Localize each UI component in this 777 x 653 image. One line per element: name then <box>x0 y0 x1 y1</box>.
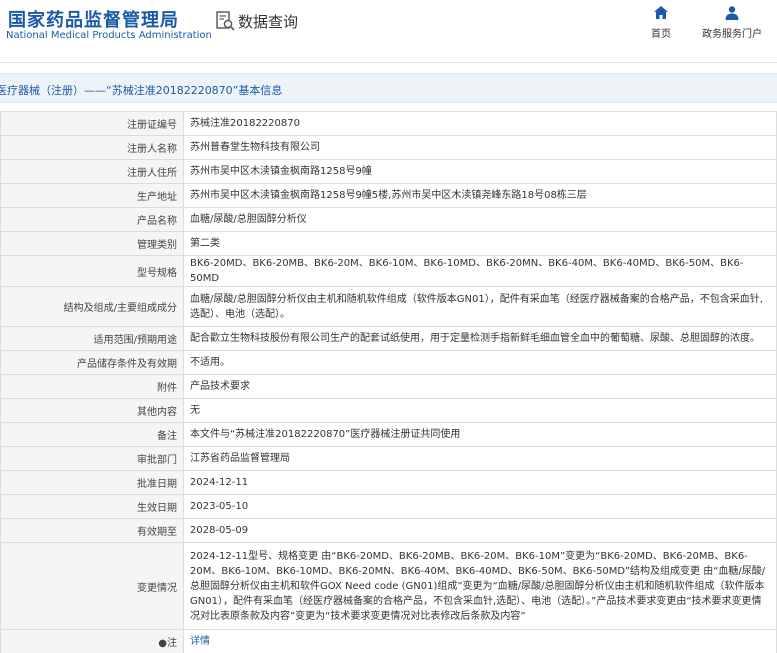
home-icon <box>654 6 668 19</box>
field-label: 产品名称 <box>0 207 184 232</box>
field-value: 2024-12-11型号、规格变更 由“BK6-20MD、BK6-20MB、BK… <box>183 542 777 630</box>
nav-service-portal[interactable]: 政务服务门户 <box>700 5 764 40</box>
field-value: 苏械注准20182220870 <box>183 111 777 136</box>
field-value: 不适用。 <box>183 350 777 375</box>
nav-home-label: 首页 <box>651 29 671 40</box>
table-row: 注册人住所 苏州市吴中区木渎镇金枫南路1258号9幢 <box>0 159 777 184</box>
field-label: 附件 <box>0 374 184 399</box>
table-row: 产品名称 血糖/尿酸/总胆固醇分析仪 <box>0 207 777 232</box>
field-value: 苏州市吴中区木渎镇金枫南路1258号9幢5楼,苏州市吴中区木渎镇尧峰东路18号0… <box>183 183 777 208</box>
nav-home[interactable]: 首页 <box>646 5 676 40</box>
field-label: 产品储存条件及有效期 <box>0 350 184 375</box>
field-value: BK6-20MD、BK6-20MB、BK6-20M、BK6-10M、BK6-10… <box>183 255 777 287</box>
table-row: ●注 详情 <box>0 629 777 653</box>
details-link[interactable]: 详情 <box>190 636 210 647</box>
table-row: 型号规格 BK6-20MD、BK6-20MB、BK6-20M、BK6-10M、BK… <box>0 255 777 287</box>
table-row: 产品储存条件及有效期 不适用。 <box>0 350 777 375</box>
site-logo-subtitle: National Medical Products Administration <box>6 30 212 41</box>
table-row: 批准日期 2024-12-11 <box>0 470 777 495</box>
field-label: 批准日期 <box>0 470 184 495</box>
table-row: 变更情况 2024-12-11型号、规格变更 由“BK6-20MD、BK6-20M… <box>0 542 777 630</box>
table-row: 注册人名称 苏州普春堂生物科技有限公司 <box>0 135 777 160</box>
field-label: 注册人住所 <box>0 159 184 184</box>
field-label: 生效日期 <box>0 494 184 519</box>
field-label: 备注 <box>0 422 184 447</box>
table-row: 管理类别 第二类 <box>0 231 777 256</box>
registration-info-table: 注册证编号 苏械注准20182220870 注册人名称 苏州普春堂生物科技有限公司 … <box>0 111 777 653</box>
field-value: 第二类 <box>183 231 777 256</box>
field-value: 血糖/尿酸/总胆固醇分析仪由主机和随机软件组成（软件版本GN01），配件有采血笔… <box>183 286 777 327</box>
page-title-bar: 医疗器械（注册）——“苏械注准20182220870”基本信息 <box>0 73 777 103</box>
field-value: 配合歡立生物科技股份有限公司生产的配套试纸使用，用于定量检测手指新鲜毛细血管全血… <box>183 326 777 351</box>
field-label: 结构及组成/主要组成成分 <box>0 286 184 327</box>
table-row: 注册证编号 苏械注准20182220870 <box>0 111 777 136</box>
field-label: 生产地址 <box>0 183 184 208</box>
header-divider <box>0 62 777 63</box>
field-value: 2024-12-11 <box>183 470 777 495</box>
field-label: 注册人名称 <box>0 135 184 160</box>
data-query-link[interactable]: 数据查询 <box>214 10 298 32</box>
field-value: 苏州普春堂生物科技有限公司 <box>183 135 777 160</box>
field-label: 管理类别 <box>0 231 184 256</box>
table-row: 备注 本文件与“苏械注准20182220870”医疗器械注册证共同使用 <box>0 422 777 447</box>
user-icon <box>725 6 739 20</box>
field-value: 无 <box>183 398 777 423</box>
field-value: 江苏省药品监督管理局 <box>183 446 777 471</box>
field-label: 有效期至 <box>0 518 184 543</box>
table-row: 生效日期 2023-05-10 <box>0 494 777 519</box>
page-title: 医疗器械（注册）——“苏械注准20182220870”基本信息 <box>0 84 283 97</box>
table-row: 有效期至 2028-05-09 <box>0 518 777 543</box>
field-label: 型号规格 <box>0 255 184 287</box>
site-logo-title[interactable]: 国家药品监督管理局 <box>8 6 179 32</box>
table-row: 附件 产品技术要求 <box>0 374 777 399</box>
document-search-icon <box>216 11 235 31</box>
field-value: 苏州市吴中区木渎镇金枫南路1258号9幢 <box>183 159 777 184</box>
field-label: 变更情况 <box>0 542 184 630</box>
field-value: 2023-05-10 <box>183 494 777 519</box>
field-label: 适用范围/预期用途 <box>0 326 184 351</box>
field-label: 其他内容 <box>0 398 184 423</box>
field-value: 2028-05-09 <box>183 518 777 543</box>
table-row: 适用范围/预期用途 配合歡立生物科技股份有限公司生产的配套试纸使用，用于定量检测手… <box>0 326 777 351</box>
field-label: ●注 <box>0 629 184 653</box>
field-value: 本文件与“苏械注准20182220870”医疗器械注册证共同使用 <box>183 422 777 447</box>
field-label: 审批部门 <box>0 446 184 471</box>
field-label: 注册证编号 <box>0 111 184 136</box>
data-query-label: 数据查询 <box>238 12 299 31</box>
table-row: 结构及组成/主要组成成分 血糖/尿酸/总胆固醇分析仪由主机和随机软件组成（软件版本… <box>0 286 777 327</box>
table-row: 生产地址 苏州市吴中区木渎镇金枫南路1258号9幢5楼,苏州市吴中区木渎镇尧峰东路… <box>0 183 777 208</box>
table-row: 其他内容无 <box>0 398 777 423</box>
nav-portal-label: 政务服务门户 <box>702 29 762 40</box>
site-header: 国家药品监督管理局 National Medical Products Admi… <box>0 0 777 62</box>
field-value: 详情 <box>183 629 777 653</box>
table-row: 审批部门 江苏省药品监督管理局 <box>0 446 777 471</box>
field-value: 血糖/尿酸/总胆固醇分析仪 <box>183 207 777 232</box>
field-value: 产品技术要求 <box>183 374 777 399</box>
